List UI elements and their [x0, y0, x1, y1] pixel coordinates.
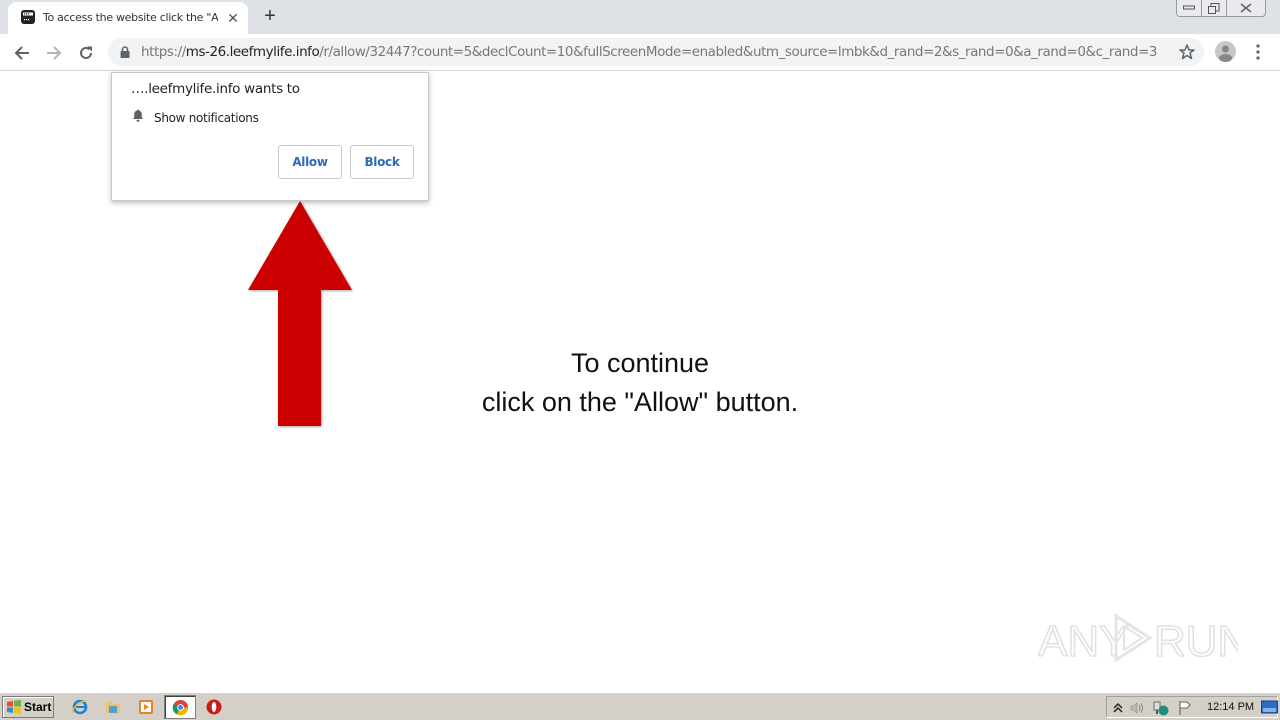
url-scheme: https://: [141, 44, 186, 60]
internet-explorer-icon[interactable]: [71, 698, 89, 716]
show-desktop-icon[interactable]: [1261, 699, 1278, 716]
tab-strip: To access the website click the "Allow" …: [0, 0, 1280, 34]
notification-permission-popup: ….leefmylife.info wants to Show notifica…: [111, 72, 429, 201]
start-label: Start: [24, 700, 52, 714]
bookmark-star-icon[interactable]: [1178, 43, 1196, 61]
browser-window-icon: [21, 10, 35, 24]
lock-icon[interactable]: [120, 46, 130, 58]
minimize-icon: [1183, 5, 1195, 10]
red-up-arrow: [248, 201, 352, 426]
forward-arrow-icon: [47, 46, 62, 60]
new-tab-button[interactable]: +: [260, 6, 280, 26]
forward-button[interactable]: [43, 42, 65, 64]
instruction-message: To continue click on the "Allow" button.: [390, 344, 890, 422]
network-icon[interactable]: [1153, 700, 1169, 716]
address-bar[interactable]: https://ms-26.leefmylife.info/r/allow/32…: [108, 38, 1204, 66]
tab-close-icon[interactable]: ✕: [225, 8, 241, 28]
browser-toolbar: https://ms-26.leefmylife.info/r/allow/32…: [0, 34, 1280, 71]
back-button[interactable]: [11, 42, 33, 64]
permission-label: Show notifications: [154, 111, 259, 125]
browser-tab[interactable]: To access the website click the "Allow" …: [8, 2, 248, 34]
instruction-line-2: click on the "Allow" button.: [481, 387, 799, 417]
avatar-icon: [1219, 45, 1232, 62]
reload-button[interactable]: [75, 42, 97, 64]
url-host: ms-26.leefmylife.info: [185, 44, 320, 60]
back-arrow-icon: [14, 46, 29, 60]
taskbar-clock[interactable]: 12:14 PM: [1207, 701, 1254, 713]
windows-logo-icon: [7, 700, 21, 714]
kebab-menu-icon[interactable]: [1250, 42, 1266, 62]
close-window-button[interactable]: [1227, 0, 1265, 16]
windows-taskbar: Start 12:14 PM: [0, 692, 1280, 720]
minimize-button[interactable]: [1177, 0, 1202, 16]
bell-icon: [133, 109, 143, 122]
opera-icon[interactable]: [205, 698, 223, 716]
system-tray: 12:14 PM: [1106, 696, 1278, 718]
window-controls: [1176, 0, 1266, 17]
start-button[interactable]: Start: [2, 696, 54, 718]
taskbar-chrome-button[interactable]: [164, 695, 196, 719]
media-player-icon[interactable]: [137, 698, 155, 716]
instruction-line-1: To continue: [570, 348, 710, 378]
block-button[interactable]: Block: [350, 145, 414, 179]
profile-avatar[interactable]: [1215, 41, 1236, 62]
watermark-right-text: RUN: [1154, 617, 1238, 666]
anyrun-watermark-logo: ANY RUN: [1038, 613, 1238, 667]
windows-explorer-icon[interactable]: [104, 698, 122, 716]
restore-icon: [1208, 2, 1220, 14]
tab-title: To access the website click the "Allow" …: [43, 11, 218, 24]
url-text[interactable]: https://ms-26.leefmylife.info/r/allow/32…: [141, 44, 1157, 60]
url-path: /r/allow/32447?count=5&declCount=10&full…: [319, 44, 1158, 60]
close-icon: [1240, 3, 1252, 13]
reload-icon: [80, 46, 92, 59]
restore-button[interactable]: [1202, 0, 1227, 16]
volume-icon[interactable]: [1129, 700, 1145, 716]
chrome-icon: [172, 699, 189, 716]
popup-origin-text: ….leefmylife.info wants to: [131, 81, 300, 97]
action-center-flag-icon[interactable]: [1177, 700, 1193, 716]
show-hidden-icons-chevron-icon[interactable]: [1110, 700, 1126, 716]
allow-button[interactable]: Allow: [278, 145, 342, 179]
